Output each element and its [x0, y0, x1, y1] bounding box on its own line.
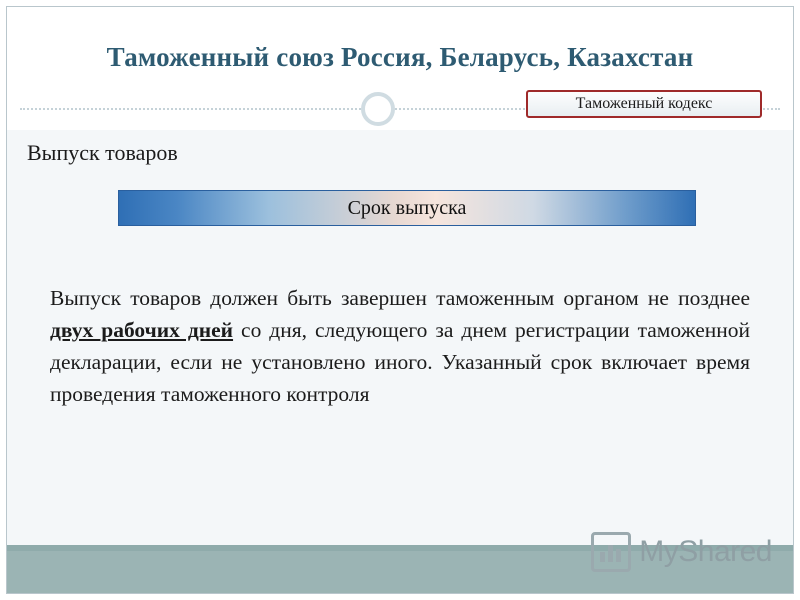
- document-tag-label: Таможенный кодекс: [575, 95, 713, 112]
- body-text-highlight: двух рабочих дней: [50, 318, 234, 342]
- body-text-part1: Выпуск товаров должен быть завершен тамо…: [50, 286, 750, 310]
- body-paragraph: Выпуск товаров должен быть завершен тамо…: [50, 282, 750, 410]
- divider-circle-decoration: [361, 92, 395, 126]
- slide: Таможенный союз Россия, Беларусь, Казахс…: [0, 0, 800, 600]
- highlight-banner: Срок выпуска: [118, 190, 696, 226]
- page-title: Таможенный союз Россия, Беларусь, Казахс…: [106, 42, 694, 72]
- watermark-label: MyShared: [639, 535, 772, 568]
- section-subtitle: Выпуск товаров: [27, 140, 178, 165]
- document-tag-badge: Таможенный кодекс: [526, 90, 762, 118]
- bar-chart-icon: [591, 532, 632, 572]
- highlight-banner-label: Срок выпуска: [347, 196, 467, 219]
- watermark: MyShared: [591, 532, 772, 572]
